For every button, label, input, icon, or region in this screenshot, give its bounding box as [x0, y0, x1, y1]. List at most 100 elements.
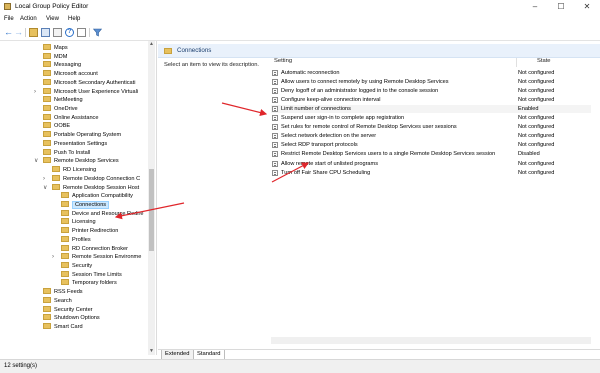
tree-item[interactable]: Maps	[43, 44, 68, 52]
tree-item-label: Remote Desktop Session Host	[63, 184, 140, 191]
folder-icon	[43, 296, 51, 303]
table-row[interactable]: Limit number of connections Enabled	[271, 105, 591, 114]
table-row[interactable]: Automatic reconnection Not configured	[271, 69, 591, 77]
tree-item-label: Microsoft account	[54, 71, 98, 78]
folder-icon	[61, 262, 69, 268]
column-header-state[interactable]: State	[537, 58, 551, 67]
tree-item-label: Online Assistance	[54, 114, 99, 121]
tree-item-label: Temporary folders	[72, 280, 117, 287]
forward-arrow-icon[interactable]: →	[14, 28, 23, 37]
back-arrow-icon[interactable]: ←	[4, 28, 13, 37]
tree-item-label: Shutdown Options	[54, 315, 100, 322]
table-row[interactable]: Allow users to connect remotely by using…	[271, 78, 591, 86]
policy-setting-icon	[272, 79, 278, 86]
setting-state: Not configured	[518, 133, 555, 140]
tree-item[interactable]: RD Connection Broker	[61, 244, 128, 253]
menu-file[interactable]: File	[4, 16, 14, 22]
show-hide-tree-icon[interactable]	[41, 28, 50, 37]
minimize-button[interactable]: –	[522, 0, 548, 14]
tree-item[interactable]: OneDrive	[43, 105, 78, 113]
menu-view[interactable]: View	[46, 16, 59, 22]
table-row[interactable]: Select RDP transport protocols Not config…	[271, 141, 591, 149]
up-folder-icon[interactable]	[29, 28, 38, 37]
tree-item[interactable]: › Remote Session Environme	[52, 253, 141, 261]
table-row[interactable]: Allow remote start of unlisted programs N…	[271, 160, 591, 168]
maximize-button[interactable]: ☐	[548, 0, 574, 14]
help-icon[interactable]: ?	[65, 28, 74, 37]
table-row[interactable]: Set rules for remote control of Remote D…	[271, 123, 591, 131]
close-button[interactable]: ✕	[574, 0, 600, 14]
tree-item[interactable]: Push To Install	[43, 148, 90, 157]
folder-icon	[61, 244, 69, 251]
tree-item[interactable]: Microsoft account	[43, 70, 98, 78]
tree-item-label: OneDrive	[54, 106, 78, 113]
menu-help[interactable]: Help	[68, 16, 80, 22]
tree-item[interactable]: RD Licensing	[52, 166, 96, 174]
tree-item[interactable]: Security Center	[43, 305, 93, 314]
folder-icon	[61, 192, 69, 199]
table-row[interactable]: Configure keep-alive connection interval…	[271, 96, 591, 104]
chevron-right-icon[interactable]: ›	[43, 175, 45, 183]
setting-name: Allow users to connect remotely by using…	[281, 79, 449, 86]
properties-icon[interactable]	[77, 28, 86, 37]
tree-item[interactable]: Licensing	[61, 218, 96, 226]
table-row[interactable]: Turn off Fair Share CPU Scheduling Not co…	[271, 169, 591, 177]
tree-item[interactable]: OOBE	[43, 122, 70, 130]
group-policy-window: Local Group Policy Editor – ☐ ✕ File Act…	[0, 0, 600, 373]
tree-item[interactable]: Device and Resource Redire	[61, 209, 144, 218]
tree-item[interactable]: Profiles	[61, 235, 91, 244]
tree-item[interactable]: Printer Redirection	[61, 227, 118, 235]
setting-state: Not configured	[518, 142, 555, 149]
tree-item[interactable]: Shutdown Options	[43, 314, 100, 322]
tree-item[interactable]: › Microsoft User Experience Virtuali	[34, 87, 138, 96]
policy-setting-icon	[272, 142, 278, 149]
tree-item[interactable]: Smart Card	[43, 323, 83, 331]
tree-item[interactable]: RSS Feeds	[43, 288, 83, 296]
tree-item[interactable]: Application Compatibility	[61, 192, 133, 200]
tree-item-label: Presentation Settings	[54, 140, 108, 147]
column-header-setting[interactable]: Setting	[274, 58, 292, 67]
policy-setting-icon	[272, 88, 278, 95]
setting-state: Enabled	[518, 106, 539, 113]
tree-item[interactable]: Security	[61, 262, 92, 270]
tree-vertical-scrollbar[interactable]: ▲ ▼	[148, 41, 155, 355]
folder-icon	[43, 61, 51, 68]
export-list-icon[interactable]	[53, 28, 62, 37]
tree-item[interactable]: MDM	[43, 52, 67, 61]
tree-item[interactable]: Presentation Settings	[43, 139, 108, 148]
tree-item-label: Printer Redirection	[72, 228, 119, 235]
tree-item[interactable]: ∨ Remote Desktop Services	[34, 157, 119, 165]
filter-icon[interactable]	[92, 28, 103, 37]
tree-item[interactable]: Online Assistance	[43, 113, 99, 122]
tree-item[interactable]: Connections	[61, 200, 110, 209]
scroll-down-icon[interactable]: ▼	[148, 348, 155, 355]
tree-item[interactable]: NetMeeting	[43, 96, 83, 104]
chevron-right-icon[interactable]: ›	[34, 88, 36, 96]
folder-icon	[43, 105, 51, 112]
toolbar-separator	[25, 28, 26, 37]
tree-item[interactable]: Temporary folders	[61, 279, 117, 287]
table-row[interactable]: Deny logoff of an administrator logged i…	[271, 87, 591, 95]
tree-item[interactable]: Messaging	[43, 61, 81, 69]
chevron-down-icon[interactable]: ∨	[43, 184, 47, 192]
chevron-right-icon[interactable]: ›	[52, 253, 54, 261]
list-horizontal-scrollbar[interactable]	[271, 337, 591, 344]
tree-item[interactable]: › Remote Desktop Connection C	[43, 174, 140, 183]
column-divider[interactable]	[516, 58, 517, 67]
scroll-up-icon[interactable]: ▲	[148, 41, 155, 48]
folder-icon	[43, 44, 51, 50]
tree-item[interactable]: Microsoft Secondary Authenticati	[43, 78, 135, 87]
scrollbar-thumb[interactable]	[149, 169, 154, 251]
tree-item[interactable]: ∨ Remote Desktop Session Host	[43, 183, 140, 192]
tree-item[interactable]: Session Time Limits	[61, 270, 122, 279]
folder-icon	[61, 209, 69, 216]
setting-state: Not configured	[518, 160, 555, 167]
menu-action[interactable]: Action	[20, 16, 37, 22]
table-row[interactable]: Restrict Remote Desktop Services users t…	[271, 150, 591, 158]
chevron-down-icon[interactable]: ∨	[34, 157, 38, 165]
table-row[interactable]: Select network detection on the server No…	[271, 132, 591, 140]
folder-icon	[43, 305, 51, 312]
tree-item[interactable]: Search	[43, 296, 72, 305]
tree-item[interactable]: Portable Operating System	[43, 131, 121, 139]
table-row[interactable]: Suspend user sign-in to complete app reg…	[271, 114, 591, 122]
